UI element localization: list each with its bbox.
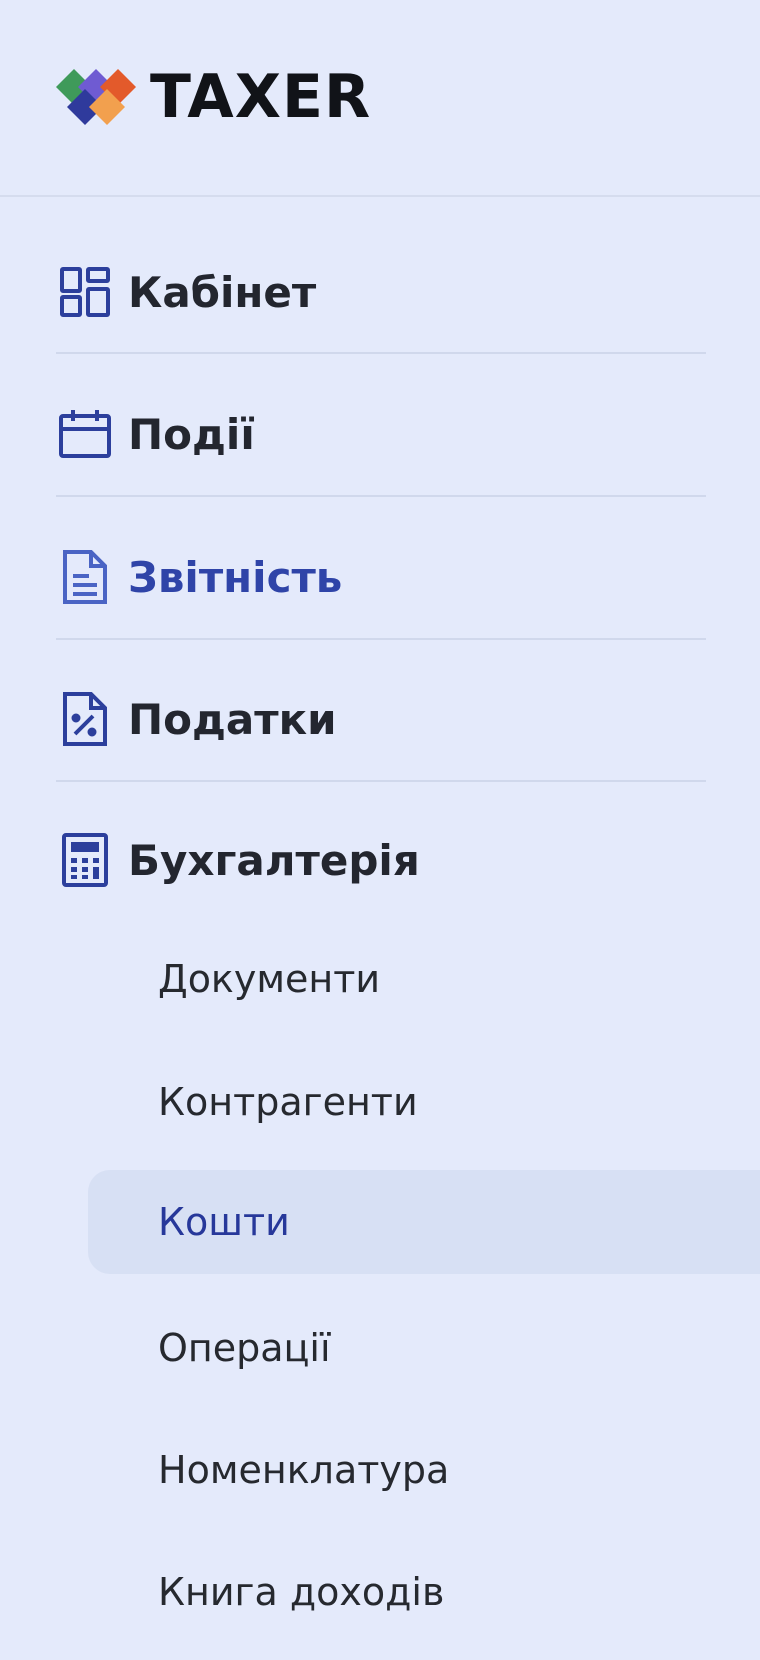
- calendar-icon: [56, 405, 114, 463]
- subnav-item-counterparties[interactable]: Контрагенти: [88, 1050, 760, 1154]
- document-icon: [56, 548, 114, 606]
- logo-bar: TAXER: [0, 0, 760, 197]
- divider: [56, 780, 706, 782]
- subnav-item-label: Операції: [158, 1326, 331, 1370]
- tax-percent-icon: [56, 690, 114, 748]
- subnav-item-documents[interactable]: Документи: [88, 927, 760, 1031]
- nav-item-label: Податки: [128, 694, 337, 744]
- subnav-item-operations[interactable]: Операції: [88, 1296, 760, 1400]
- subnav-item-label: Номенклатура: [158, 1448, 450, 1492]
- sidebar: TAXER Кабінет Події Звітність Податки Бу…: [0, 0, 760, 1660]
- subnav-item-label: Книга доходів: [158, 1570, 445, 1614]
- brand-name[interactable]: TAXER: [150, 60, 371, 134]
- nav-item-cabinet[interactable]: Кабінет: [56, 252, 706, 332]
- subnav-item-label: Документи: [158, 957, 381, 1001]
- nav-item-label: Бухгалтерія: [128, 835, 420, 885]
- nav-item-label: Звітність: [128, 552, 343, 602]
- nav-item-reporting[interactable]: Звітність: [56, 537, 706, 617]
- taxer-logo-icon[interactable]: [54, 67, 144, 129]
- subnav-item-label: Кошти: [158, 1200, 290, 1244]
- nav-item-accounting[interactable]: Бухгалтерія: [56, 820, 706, 900]
- nav-item-taxes[interactable]: Податки: [56, 679, 706, 759]
- subnav-item-label: Контрагенти: [158, 1080, 418, 1124]
- calculator-icon: [56, 831, 114, 889]
- subnav-item-funds[interactable]: Кошти: [88, 1170, 760, 1274]
- nav-item-label: Кабінет: [128, 267, 317, 317]
- subnav-item-nomenclature[interactable]: Номенклатура: [88, 1418, 760, 1522]
- divider: [56, 495, 706, 497]
- subnav-item-income-book[interactable]: Книга доходів: [88, 1540, 760, 1644]
- divider: [56, 352, 706, 354]
- nav-item-events[interactable]: Події: [56, 394, 706, 474]
- nav-item-label: Події: [128, 409, 255, 459]
- divider: [56, 638, 706, 640]
- dashboard-icon: [56, 263, 114, 321]
